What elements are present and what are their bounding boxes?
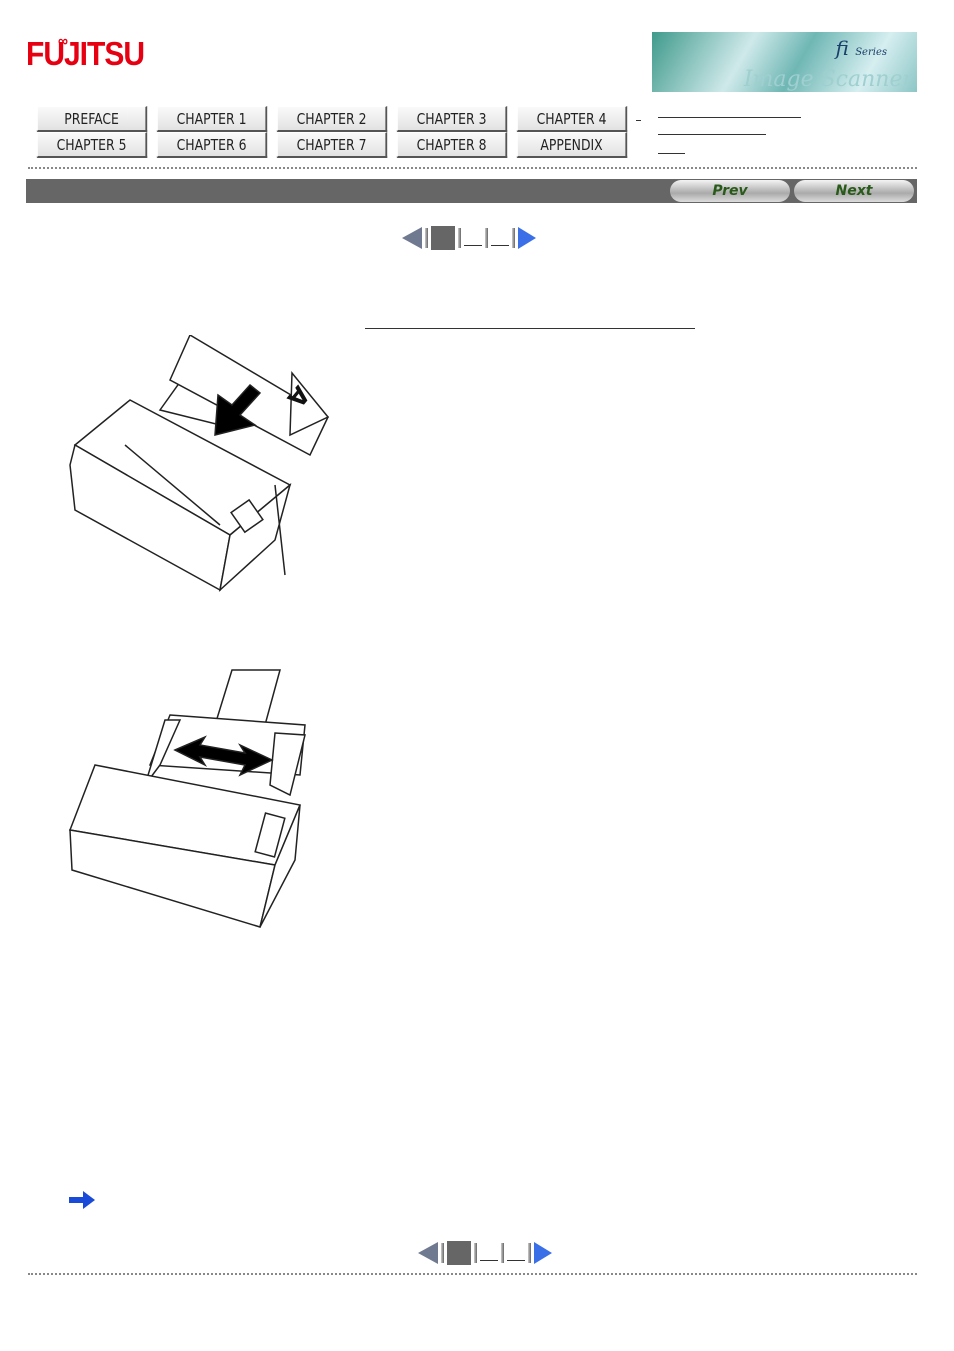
page-pager-top [402,226,536,250]
page-link[interactable] [507,1259,525,1261]
triangle-right-icon[interactable] [534,1242,552,1264]
nav-chapter-5[interactable]: CHAPTER 5 [36,132,148,158]
next-button[interactable]: Next [794,180,914,202]
scanner-loading-illustration: A [69,335,330,593]
triangle-left-icon[interactable] [418,1242,438,1264]
current-page [447,1241,471,1265]
link-stub [636,120,641,121]
arrow-right-icon [69,1191,95,1213]
nav-chapter-1[interactable]: CHAPTER 1 [156,106,268,132]
page-link[interactable] [480,1259,498,1261]
page-pager-bottom [418,1241,552,1265]
triangle-left-icon[interactable] [402,227,422,249]
index-link[interactable] [658,134,766,135]
nav-appendix[interactable]: APPENDIX [516,132,628,158]
nav-chapter-2[interactable]: CHAPTER 2 [276,106,388,132]
section-link[interactable] [365,328,695,329]
fi-series-banner: fi Series Image Scanner [652,32,917,92]
nav-chapter-6[interactable]: CHAPTER 6 [156,132,268,158]
current-page [431,226,455,250]
contents-link[interactable] [658,117,801,118]
nav-chapter-7[interactable]: CHAPTER 7 [276,132,388,158]
nav-chapter-3[interactable]: CHAPTER 3 [396,106,508,132]
nav-chapter-8[interactable]: CHAPTER 8 [396,132,508,158]
chapter-nav: PREFACE CHAPTER 1 CHAPTER 2 CHAPTER 3 CH… [32,106,632,158]
fujitsu-logo: ∞ FUJITSU [26,31,145,73]
page-link[interactable] [464,244,482,246]
divider [28,167,917,169]
scanner-guides-illustration [68,669,306,928]
triangle-right-icon[interactable] [518,227,536,249]
top-link[interactable] [658,153,685,154]
prev-button[interactable]: Prev [670,180,790,202]
divider [28,1273,917,1275]
nav-chapter-4[interactable]: CHAPTER 4 [516,106,628,132]
page-link[interactable] [491,244,509,246]
nav-preface[interactable]: PREFACE [36,106,148,132]
